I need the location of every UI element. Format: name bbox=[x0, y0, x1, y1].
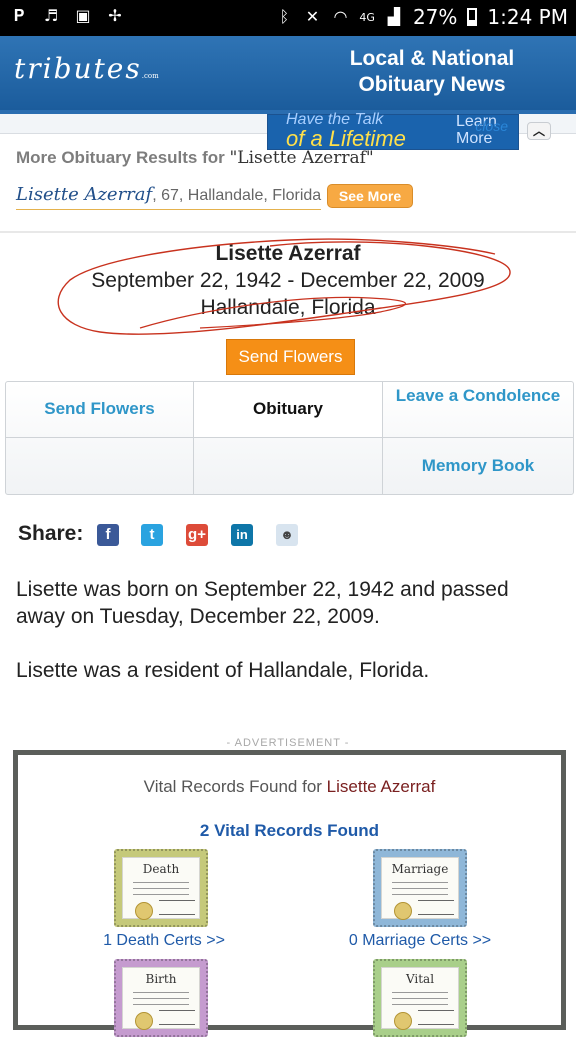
result-name-link[interactable]: Lisette Azerraf bbox=[16, 184, 152, 205]
ad-close-link[interactable]: close bbox=[475, 118, 508, 134]
birth-cert-title: Birth bbox=[145, 972, 177, 986]
obituary-tabs: Send Flowers Obituary Leave a Condolence… bbox=[5, 381, 574, 495]
clock: 1:24 PM bbox=[487, 5, 568, 29]
seal-icon bbox=[394, 902, 412, 920]
more-results-heading: More Obituary Results for "Lisette Azerr… bbox=[16, 148, 374, 168]
death-cert-title: Death bbox=[142, 862, 180, 876]
vital-records-name: Lisette Azerraf bbox=[326, 777, 436, 796]
vital-cert-title: Vital bbox=[405, 972, 435, 986]
seal-icon bbox=[394, 1012, 412, 1030]
advertisement-label: - ADVERTISEMENT - bbox=[226, 737, 350, 749]
bluetooth-icon: ᛒ bbox=[279, 7, 290, 26]
logo-text: tributes bbox=[14, 52, 142, 85]
signal-icon: ▟ bbox=[387, 7, 401, 26]
vital-records-title: Vital Records Found for Lisette Azerraf bbox=[18, 777, 561, 797]
facebook-icon[interactable]: f bbox=[97, 524, 119, 546]
see-more-button[interactable]: See More bbox=[327, 184, 413, 208]
tab-empty-left bbox=[6, 438, 194, 494]
share-label: Share: bbox=[18, 522, 84, 545]
death-certs-link[interactable]: 1 Death Certs >> bbox=[84, 932, 244, 950]
pinwheel-icon: ✢ bbox=[108, 6, 122, 25]
paypal-icon: 𝐏 bbox=[13, 6, 25, 25]
google-plus-icon[interactable]: g+ bbox=[186, 524, 208, 546]
linkedin-icon[interactable]: in bbox=[231, 524, 253, 546]
battery-percent: 27% bbox=[412, 5, 458, 29]
wifi-icon: ◠ bbox=[333, 7, 348, 26]
tab-leave-condolence[interactable]: Leave a Condolence bbox=[383, 382, 573, 438]
birth-certificate-image[interactable]: Birth bbox=[114, 959, 208, 1037]
tab-obituary[interactable]: Obituary bbox=[194, 382, 383, 438]
send-flowers-button[interactable]: Send Flowers bbox=[226, 339, 355, 375]
result-details: , 67, Hallandale, Florida bbox=[152, 187, 322, 204]
seal-icon bbox=[135, 902, 153, 920]
tab-send-flowers[interactable]: Send Flowers bbox=[6, 382, 194, 438]
vital-records-title-prefix: Vital Records Found for bbox=[143, 777, 327, 796]
twitter-icon[interactable]: t bbox=[141, 524, 163, 546]
more-results-heading-text: More Obituary Results for bbox=[16, 148, 230, 167]
ad-banner[interactable]: Have the Talk of a Lifetime Learn More c… bbox=[267, 111, 519, 151]
obituary-paragraph-2: Lisette was a resident of Hallandale, Fl… bbox=[16, 659, 430, 682]
network-label: 4G bbox=[359, 10, 375, 24]
vital-certificate-image[interactable]: Vital bbox=[373, 959, 467, 1037]
header-title-line2: Obituary News bbox=[358, 73, 506, 96]
mute-icon: ✕ bbox=[305, 7, 320, 26]
battery-icon bbox=[467, 8, 478, 26]
more-results-row: Lisette Azerraf, 67, Hallandale, Florida bbox=[16, 184, 322, 210]
music-icon: ♬ bbox=[43, 6, 59, 25]
marriage-certs-link[interactable]: 0 Marriage Certs >> bbox=[330, 932, 510, 950]
gallery-icon: ▣ bbox=[75, 6, 91, 25]
death-certificate-image[interactable]: Death bbox=[114, 849, 208, 927]
collapse-ad-button[interactable]: ︿ bbox=[527, 122, 551, 140]
tab-memory-book[interactable]: Memory Book bbox=[383, 438, 573, 494]
vital-records-ad[interactable]: Vital Records Found for Lisette Azerraf … bbox=[13, 750, 566, 1037]
status-bar: 𝐏 ♬ ▣ ✢ ᛒ ✕ ◠ 4G ▟ 27% 1:24 PM bbox=[0, 0, 576, 36]
marriage-cert-title: Marriage bbox=[391, 862, 449, 876]
header-title-line1: Local & National bbox=[349, 47, 515, 70]
marriage-certificate-image[interactable]: Marriage bbox=[373, 849, 467, 927]
vital-records-count[interactable]: 2 Vital Records Found bbox=[18, 821, 561, 841]
chevron-up-icon: ︿ bbox=[532, 124, 545, 138]
obituary-paragraph-1: Lisette was born on September 22, 1942 a… bbox=[16, 578, 509, 628]
header-title: Local & National Obituary News bbox=[332, 46, 532, 98]
reddit-icon[interactable]: ☻ bbox=[276, 524, 298, 546]
hand-drawn-circle-annotation bbox=[57, 238, 511, 335]
tributes-logo[interactable]: tributes.com bbox=[14, 52, 159, 85]
tab-empty-middle bbox=[194, 438, 383, 494]
more-results-query: "Lisette Azerraf" bbox=[229, 148, 374, 168]
site-header: tributes.com Local & National Obituary N… bbox=[0, 36, 576, 114]
seal-icon bbox=[135, 1012, 153, 1030]
logo-suffix: .com bbox=[141, 72, 159, 80]
